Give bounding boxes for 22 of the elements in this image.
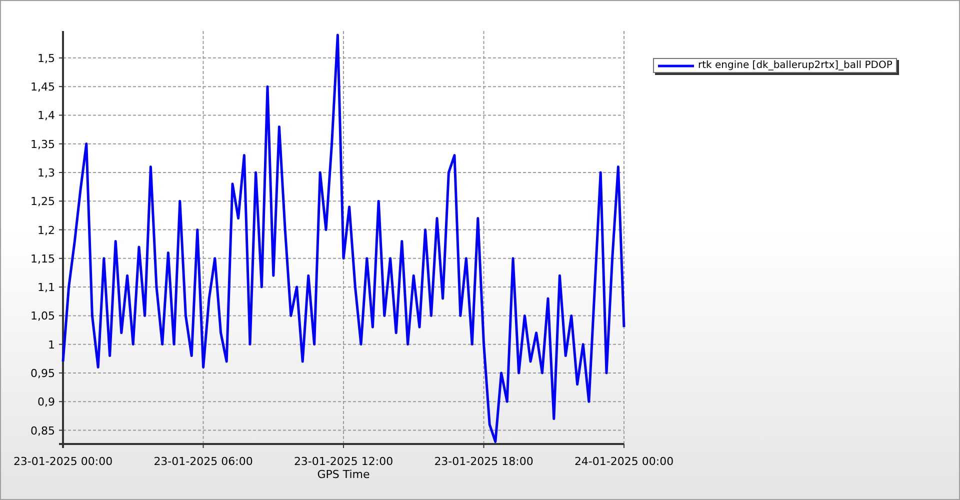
tick-label: 1,05 — [30, 310, 55, 323]
tick-label: 0,85 — [30, 424, 55, 438]
tick-label: 23-01-2025 12:00 — [294, 455, 394, 468]
tick-label: 0,95 — [30, 366, 55, 380]
tick-label: 24-01-2025 00:00 — [574, 455, 674, 468]
tick-label: 0,9 — [38, 396, 55, 409]
tick-label: 1,3 — [38, 166, 55, 180]
tick-label: 23-01-2025 00:00 — [13, 455, 113, 468]
tick-label: 1,45 — [30, 80, 55, 94]
tick-label: 1,1 — [38, 281, 55, 294]
legend-line-icon — [658, 64, 694, 68]
axis-title: GPS Time — [317, 468, 370, 481]
tick-label: 23-01-2025 06:00 — [154, 455, 253, 468]
tick-label: 1,4 — [38, 109, 55, 122]
tick-label: 1,15 — [30, 252, 55, 266]
tick-label: 1,35 — [30, 138, 55, 151]
tick-label: 1 — [48, 338, 55, 352]
tick-label: 1,2 — [38, 224, 55, 237]
tick-label: 23-01-2025 18:00 — [434, 455, 534, 468]
tick-label: 1,5 — [38, 52, 55, 65]
legend-label: rtk engine [dk_ballerup2rtx]_ball PDOP — [698, 60, 892, 71]
tick-label: 1,25 — [30, 195, 55, 208]
